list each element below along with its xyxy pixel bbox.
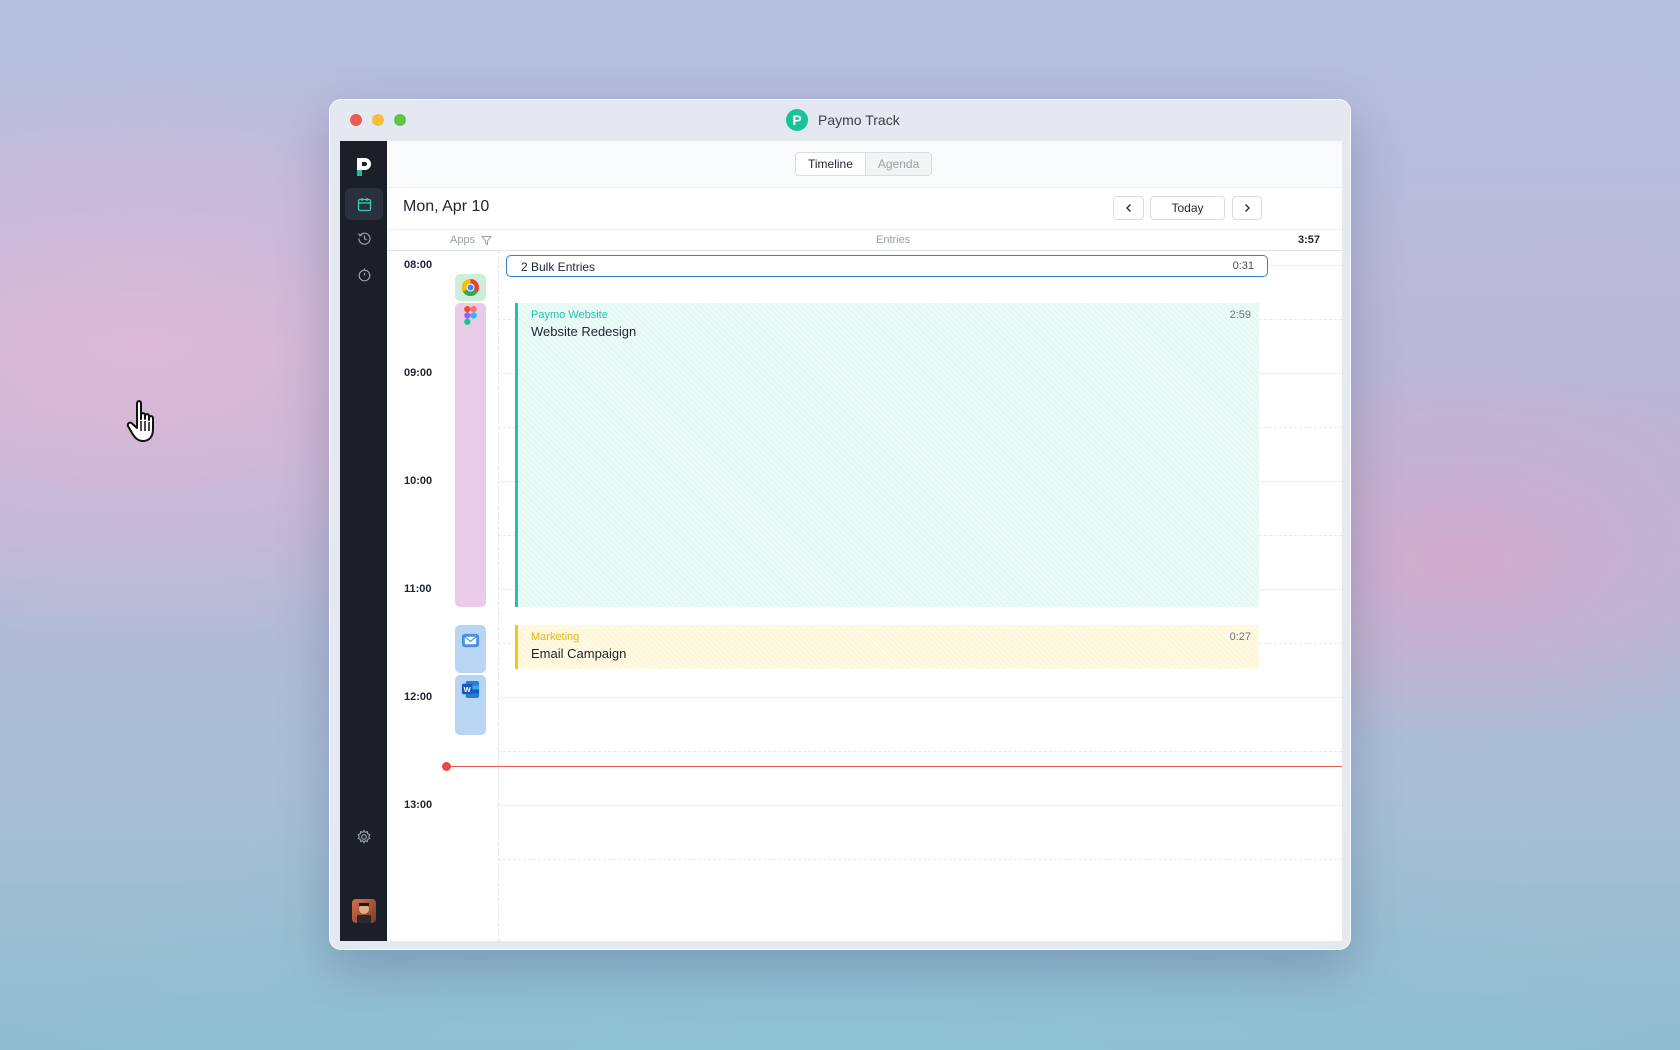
hour-label: 10:00 bbox=[404, 475, 433, 487]
app-content: Timeline Agenda Mon, Apr 10 Today Apps E… bbox=[340, 141, 1342, 941]
hand-cursor-icon bbox=[126, 400, 154, 442]
hour-label: 11:00 bbox=[404, 583, 432, 595]
calendar-icon bbox=[357, 197, 371, 211]
entry-task-name: Website Redesign bbox=[531, 324, 637, 339]
hour-gridline bbox=[498, 697, 1342, 698]
app-block-word[interactable]: W bbox=[455, 675, 486, 735]
entry-project-name: Marketing bbox=[531, 631, 580, 643]
entry-duration: 0:27 bbox=[1229, 631, 1251, 643]
svg-text:W: W bbox=[464, 685, 472, 694]
chevron-right-icon bbox=[1245, 204, 1250, 212]
avatar-image-icon bbox=[357, 903, 371, 923]
settings-button[interactable] bbox=[345, 821, 383, 853]
sidebar bbox=[340, 141, 387, 941]
total-duration: 3:57 bbox=[1297, 234, 1320, 246]
tab-agenda[interactable]: Agenda bbox=[866, 153, 931, 175]
paymo-logo-icon[interactable] bbox=[354, 156, 374, 178]
page-title: Mon, Apr 10 bbox=[403, 198, 490, 215]
view-switcher: Timeline Agenda bbox=[795, 152, 933, 176]
word-icon: W bbox=[461, 680, 480, 699]
close-window-button[interactable] bbox=[350, 114, 362, 126]
tab-timeline[interactable]: Timeline bbox=[796, 153, 866, 175]
sidebar-item-history[interactable] bbox=[345, 222, 383, 254]
timeline-grid[interactable]: 08:00 09:00 10:00 11:00 12:00 13:00 W 2 … bbox=[387, 251, 1342, 941]
time-entry-email-campaign[interactable]: Marketing Email Campaign 0:27 bbox=[515, 625, 1259, 669]
chevron-left-icon bbox=[1125, 204, 1131, 212]
bulk-entries-label: 2 Bulk Entries bbox=[521, 260, 596, 274]
apps-divider bbox=[498, 251, 499, 941]
hour-label: 12:00 bbox=[404, 691, 433, 703]
bulk-entries-item[interactable]: 2 Bulk Entries 0:31 bbox=[506, 255, 1268, 277]
app-block-figma[interactable] bbox=[455, 303, 486, 607]
sidebar-item-calendar[interactable] bbox=[345, 188, 383, 220]
hour-label: 13:00 bbox=[404, 799, 433, 811]
today-button[interactable]: Today bbox=[1150, 196, 1225, 220]
chrome-icon bbox=[461, 278, 480, 297]
bulk-entries-duration: 0:31 bbox=[1232, 260, 1254, 272]
window-title: P Paymo Track bbox=[786, 109, 900, 131]
entry-duration: 2:59 bbox=[1229, 309, 1251, 321]
title-bar: P Paymo Track bbox=[330, 100, 1350, 140]
half-hour-gridline bbox=[498, 751, 1342, 752]
current-time-line bbox=[446, 766, 1342, 767]
window-title-text: Paymo Track bbox=[818, 112, 900, 128]
main-panel: Timeline Agenda Mon, Apr 10 Today Apps E… bbox=[387, 141, 1342, 941]
entries-column-header: Entries bbox=[876, 234, 911, 246]
apps-header-label: Apps bbox=[450, 234, 476, 246]
sidebar-item-timer[interactable] bbox=[345, 258, 383, 290]
view-switcher-bar: Timeline Agenda bbox=[387, 141, 1342, 188]
minimize-window-button[interactable] bbox=[372, 114, 384, 126]
user-avatar[interactable] bbox=[352, 899, 376, 923]
filter-icon[interactable] bbox=[481, 235, 493, 246]
date-bar: Mon, Apr 10 Today bbox=[387, 188, 1342, 229]
gear-icon bbox=[357, 829, 371, 844]
app-block-chrome[interactable] bbox=[455, 274, 486, 301]
entry-task-name: Email Campaign bbox=[531, 646, 627, 661]
app-window: P Paymo Track Timeline Agenda Mon, Apr 1… bbox=[329, 99, 1351, 950]
apps-column-header: Apps bbox=[450, 234, 493, 246]
next-day-button[interactable] bbox=[1232, 196, 1262, 220]
figma-icon bbox=[464, 306, 477, 325]
hour-label: 09:00 bbox=[404, 367, 433, 379]
timer-icon bbox=[358, 268, 370, 281]
entry-project-name: Paymo Website bbox=[531, 309, 608, 321]
previous-day-button[interactable] bbox=[1113, 196, 1144, 220]
history-icon bbox=[357, 232, 371, 245]
mail-icon bbox=[461, 633, 480, 648]
zoom-window-button[interactable] bbox=[394, 114, 406, 126]
hour-label: 08:00 bbox=[404, 259, 433, 271]
half-hour-gridline bbox=[498, 859, 1342, 860]
current-time-marker bbox=[442, 762, 451, 771]
column-headers: Apps Entries 3:57 bbox=[387, 229, 1342, 251]
app-block-mail[interactable] bbox=[455, 625, 486, 673]
paymo-logo-icon: P bbox=[786, 109, 808, 131]
time-entry-website-redesign[interactable]: Paymo Website Website Redesign 2:59 bbox=[515, 303, 1259, 607]
hour-gridline bbox=[498, 805, 1342, 806]
